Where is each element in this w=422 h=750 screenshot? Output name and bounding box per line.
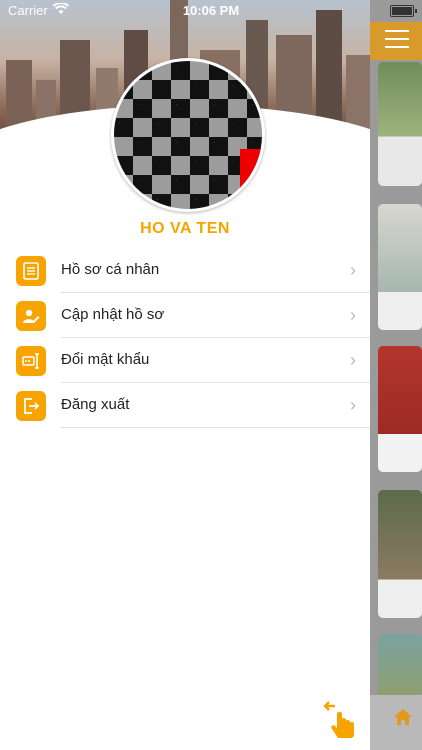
list-item-card[interactable] <box>378 346 422 472</box>
list-item-card[interactable] <box>378 204 422 330</box>
chevron-right-icon: › <box>350 395 356 415</box>
top-bar <box>370 22 422 60</box>
menu-item-label: Cập nhật hồ sơ <box>61 306 165 323</box>
hamburger-menu-icon[interactable] <box>385 30 409 50</box>
home-icon[interactable] <box>394 709 412 730</box>
swipe-back-hand-icon[interactable] <box>323 700 357 740</box>
menu-item-profile[interactable]: Hồ sơ cá nhân › <box>0 248 370 293</box>
user-name: HO VA TEN <box>140 220 230 237</box>
chevron-right-icon: › <box>350 260 356 280</box>
menu-item-label: Hồ sơ cá nhân <box>61 261 160 278</box>
drawer-menu: Hồ sơ cá nhân › Cập nhật hồ sơ › Đổi mật… <box>0 248 370 428</box>
clock: 10:06 PM <box>182 3 240 18</box>
chevron-right-icon: › <box>350 305 356 325</box>
avatar[interactable] <box>111 58 265 212</box>
chevron-right-icon: › <box>350 350 356 370</box>
bottom-tab-bar <box>370 695 422 750</box>
list-item-card[interactable] <box>378 634 422 696</box>
list-item-card[interactable] <box>378 490 422 618</box>
menu-item-logout[interactable]: Đăng xuất › <box>0 383 370 428</box>
password-key-icon <box>16 346 46 376</box>
background-content <box>370 0 422 750</box>
side-drawer: HO VA TEN Hồ sơ cá nhân › Cập nhật hồ sơ… <box>0 0 370 750</box>
menu-item-label: Đổi mật khẩu <box>61 351 150 368</box>
menu-item-update-profile[interactable]: Cập nhật hồ sơ › <box>0 293 370 338</box>
edit-user-icon <box>16 301 46 331</box>
logout-icon <box>16 391 46 421</box>
status-bar: Carrier 10:06 PM <box>0 0 422 22</box>
list-item-card[interactable] <box>378 62 422 186</box>
menu-item-label: Đăng xuất <box>61 396 130 413</box>
menu-item-change-password[interactable]: Đổi mật khẩu › <box>0 338 370 383</box>
profile-document-icon <box>16 256 46 286</box>
battery-icon <box>390 5 417 17</box>
